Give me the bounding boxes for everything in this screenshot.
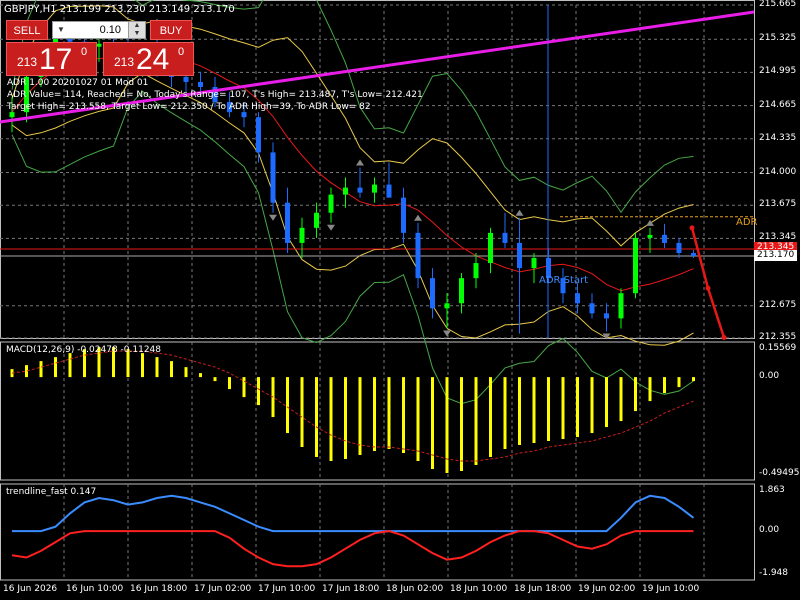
candle-body: [372, 184, 377, 193]
price-axis-tick: 212.675: [759, 299, 797, 310]
candle-body: [517, 242, 522, 269]
price-axis-tick: 214.995: [759, 66, 797, 77]
fractal-up-icon: [515, 209, 524, 216]
price-axis-tick: 213.675: [759, 199, 797, 210]
candle-body: [241, 112, 247, 118]
price-axis-tick: 214.000: [759, 166, 797, 177]
candle-body: [314, 212, 319, 228]
candle-body: [473, 263, 479, 279]
ask-price-button[interactable]: 213 24 0: [103, 42, 194, 76]
macd-axis-tick: 0.00: [759, 371, 780, 382]
candle-body: [459, 278, 464, 304]
fractal-up-icon: [646, 219, 654, 226]
time-axis-label: 19 Jun 10:00: [642, 584, 700, 594]
candle-body: [328, 194, 334, 213]
forecast-point: [705, 285, 711, 291]
ask-price-prefix: 213: [114, 55, 135, 69]
candle-body: [633, 237, 638, 294]
price-axis-tick: 212.355: [759, 332, 797, 342]
adr-info-line-2: ADR Value= 114, Reached= No, Today's Ran…: [7, 90, 423, 100]
candle-body: [618, 293, 624, 319]
candle-body: [604, 313, 609, 319]
candle-body: [9, 112, 15, 118]
macd-label: MACD(12,26,9) -0.02478 -0.11248: [6, 345, 162, 355]
price-axis-tick: 213.345: [759, 232, 797, 243]
candle-body: [415, 232, 421, 279]
time-axis-label: 17 Jun 10:00: [258, 584, 316, 594]
trendline-axis-tick: -1.948: [759, 568, 789, 578]
time-axis-label: 18 Jun 10:00: [450, 584, 508, 594]
adr-info-line-1: ADR 1.00 20201027 01 Mod 01: [7, 78, 149, 88]
candle-body: [198, 81, 203, 87]
candle-body: [502, 232, 508, 243]
current-price-tag: 213.170: [754, 250, 798, 261]
trendline-axis-tick: 1.863: [759, 485, 785, 495]
ask-price-pip: 0: [178, 46, 185, 58]
time-axis-label: 16 Jun 2026: [3, 584, 58, 594]
bid-price-prefix: 213: [17, 55, 38, 69]
candle-body: [589, 303, 595, 314]
adr-label: ADR: [736, 217, 758, 228]
time-axis-label: 17 Jun 02:00: [194, 584, 252, 594]
price-axis-tick: 215.665: [759, 0, 797, 9]
bid-price-pip: 0: [81, 46, 88, 58]
macd-axis-tick: -0.49495: [759, 468, 800, 478]
time-axis-label: 17 Jun 18:00: [322, 584, 380, 594]
trendline-axis-tick: 0.00: [759, 525, 780, 536]
price-axis-tick: 214.665: [759, 99, 797, 110]
bid-price-button[interactable]: 213 17 0: [6, 42, 97, 76]
macd-axis-tick: 0.15569: [759, 343, 797, 353]
bid-price-main: 17: [39, 43, 73, 76]
time-axis-label: 16 Jun 10:00: [66, 584, 124, 594]
time-axis-label: 19 Jun 02:00: [578, 584, 636, 594]
trendline-blue-series: [12, 494, 695, 533]
price-axis-tick: 215.325: [759, 33, 797, 44]
candle-body: [647, 234, 653, 238]
buy-button[interactable]: BUY: [150, 20, 192, 40]
time-axis-label: 16 Jun 18:00: [130, 584, 188, 594]
trendline-red-series: [11, 530, 694, 568]
time-axis-label: 18 Jun 02:00: [386, 584, 444, 594]
price-axis-tick: 214.335: [759, 132, 797, 143]
candle-body: [676, 242, 682, 253]
chart-title: GBPJPY,H1 213.199 213.230 213.149 213.17…: [4, 4, 235, 15]
fractal-down-icon: [327, 224, 335, 231]
candle-body: [430, 278, 435, 309]
candle-body: [270, 152, 276, 203]
adr-info-line-3: Target High= 213.558, Target Low= 212.35…: [7, 102, 371, 112]
fractal-down-icon: [443, 330, 451, 337]
time-axis-label: 18 Jun 18:00: [514, 584, 572, 594]
fractal-up-icon: [356, 159, 364, 166]
one-click-trading-panel: SELL ▼ 0.10 ▲ ▼ BUY 213 17 0 213 24 0: [6, 20, 194, 76]
candle-body: [299, 227, 305, 243]
fractal-down-icon: [269, 214, 277, 221]
forecast-point: [721, 334, 727, 340]
candle-body: [285, 202, 290, 243]
candle-body: [691, 252, 696, 257]
candle-body: [183, 76, 189, 82]
forecast-line: [690, 227, 726, 338]
chevron-down-icon[interactable]: ▼: [55, 22, 67, 38]
sell-button[interactable]: SELL: [6, 20, 48, 40]
candle-body: [488, 232, 493, 264]
candle-body: [357, 187, 363, 193]
forecast-point: [689, 225, 695, 231]
fractal-up-icon: [414, 214, 422, 221]
candle-body: [256, 117, 261, 153]
candle-body: [343, 187, 348, 195]
candle-body: [444, 303, 450, 309]
ask-price-main: 24: [136, 43, 170, 76]
candle-body: [401, 197, 406, 233]
lot-size-value: 0.10: [99, 24, 121, 36]
candle-body: [531, 258, 537, 269]
candle-body: [575, 293, 580, 304]
candle-body: [662, 234, 667, 243]
candle-body: [386, 184, 392, 198]
adr-start-label: ADR Start: [539, 275, 589, 286]
lot-spinner[interactable]: ▲ ▼: [128, 22, 145, 38]
trendline-label: trendline_fast 0.147: [6, 487, 97, 497]
lot-size-input[interactable]: ▼ 0.10 ▲ ▼: [52, 21, 146, 39]
